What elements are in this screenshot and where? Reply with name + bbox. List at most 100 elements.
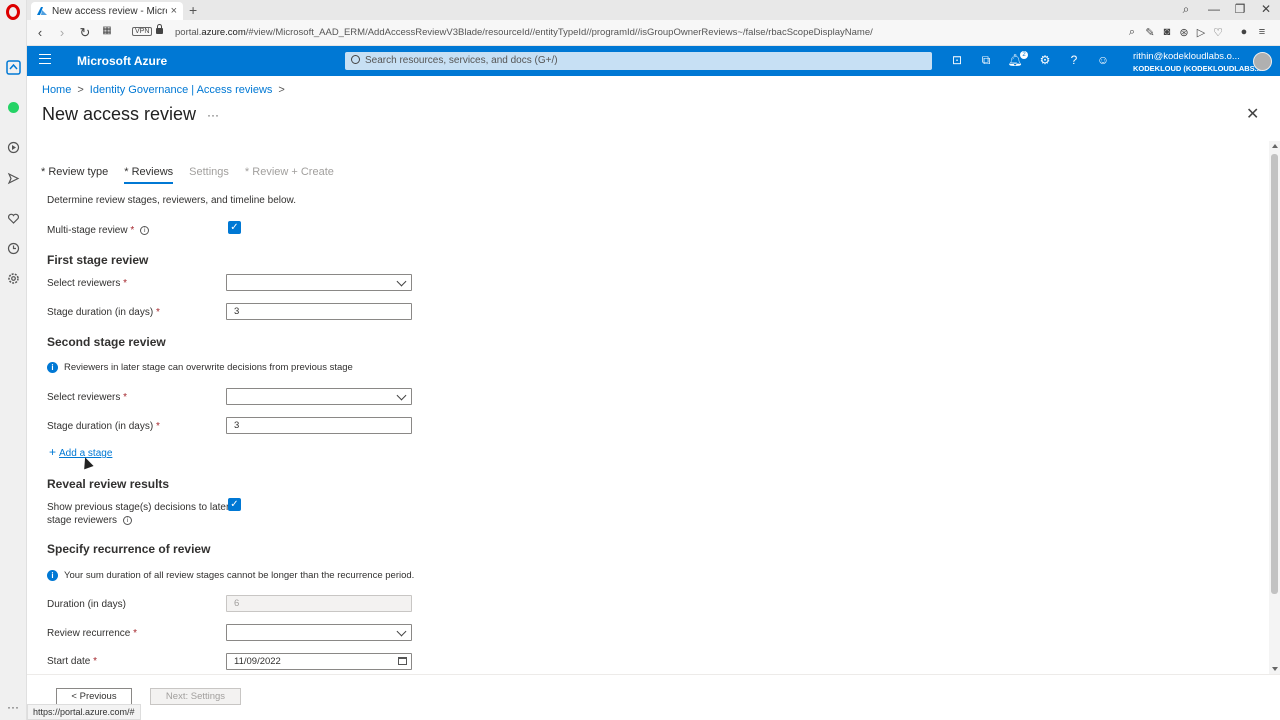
previous-button[interactable]: < Previous — [56, 688, 132, 705]
user-email: rithin@kodekloudlabs.o... — [1133, 51, 1240, 62]
forward-icon[interactable]: › — [54, 25, 70, 40]
first-stage-duration-label: Stage duration (in days) * — [47, 307, 160, 318]
wizard-footer: < Previous Next: Settings — [27, 674, 1280, 720]
info-filled-icon: i — [47, 362, 58, 373]
second-select-reviewers-label: Select reviewers * — [47, 392, 128, 403]
directory-filter-icon[interactable]: ⧉ — [978, 53, 994, 69]
browser-sidebar — [0, 0, 27, 720]
edit-icon[interactable]: ✎ — [1143, 26, 1157, 39]
lock-icon[interactable] — [156, 24, 163, 34]
form-description: Determine review stages, reviewers, and … — [47, 195, 296, 206]
first-stage-heading: First stage review — [47, 253, 149, 267]
review-recurrence-dropdown[interactable] — [226, 624, 412, 641]
menu-icon[interactable]: ≡ — [1255, 26, 1269, 38]
add-stage-button[interactable]: + Add a stage — [49, 445, 112, 459]
close-window-icon[interactable]: ✕ — [1258, 2, 1274, 16]
send-icon[interactable] — [5, 170, 21, 186]
url-field[interactable]: portal.azure.com/#view/Microsoft_AAD_ERM… — [175, 27, 873, 38]
first-stage-duration-input[interactable]: 3 — [226, 303, 412, 320]
second-stage-heading: Second stage review — [47, 335, 166, 349]
browser-tab-strip: New access review - Micro × + ⌕ — ❐ ✕ — [27, 0, 1280, 20]
second-select-reviewers-dropdown[interactable] — [226, 388, 412, 405]
reveal-checkbox[interactable]: ✓ — [228, 498, 241, 511]
camera-icon[interactable]: ◙ — [1160, 26, 1174, 38]
browser-search-icon[interactable]: ⌕ — [1178, 2, 1194, 17]
multi-stage-checkbox[interactable]: ✓ — [228, 221, 241, 234]
whatsapp-icon[interactable] — [5, 99, 21, 115]
start-date-input[interactable]: 11/09/2022 — [226, 653, 412, 670]
home-icon[interactable] — [5, 59, 21, 75]
tab-close-icon[interactable]: × — [171, 5, 177, 17]
page-title: New access review — [42, 104, 197, 124]
search-icon — [351, 55, 360, 64]
browser-tab-title: New access review - Micro — [52, 5, 167, 17]
back-icon[interactable]: ‹ — [32, 25, 48, 40]
breadcrumb: Home > Identity Governance | Access review… — [42, 84, 285, 96]
calendar-icon[interactable] — [398, 657, 407, 665]
user-org: KODEKLOUD (KODEKLOUDLABS... — [1133, 64, 1261, 73]
next-settings-button[interactable]: Next: Settings — [150, 688, 241, 705]
tab-review-create[interactable]: * Review + Create — [245, 166, 334, 184]
duration-input: 6 — [226, 595, 412, 612]
scrollbar-thumb[interactable] — [1271, 154, 1278, 594]
status-url: https://portal.azure.com/# — [27, 704, 141, 720]
tab-reviews[interactable]: * Reviews — [124, 166, 174, 184]
zoom-search-icon[interactable]: ⌕ — [1125, 26, 1139, 39]
second-stage-info: i Reviewers in later stage can overwrite … — [47, 362, 353, 373]
info-filled-icon: i — [47, 570, 58, 581]
scroll-down-icon[interactable] — [1272, 667, 1278, 671]
wizard-tabs: * Review type * Reviews Settings * Revie… — [41, 166, 334, 184]
reveal-label: Show previous stage(s) decisions to late… — [47, 502, 230, 526]
avatar[interactable] — [1253, 52, 1272, 71]
history-icon[interactable] — [5, 240, 21, 256]
opera-logo-icon[interactable] — [5, 4, 21, 20]
azure-top-bar: Microsoft Azure Search resources, servic… — [27, 46, 1280, 76]
review-recurrence-label: Review recurrence * — [47, 628, 138, 639]
restore-icon[interactable]: ❐ — [1232, 2, 1248, 16]
heart-icon[interactable] — [5, 210, 21, 226]
recurrence-info: i Your sum duration of all review stages … — [47, 570, 414, 581]
portal-menu-icon[interactable] — [39, 54, 51, 64]
profile-icon[interactable]: ● — [1237, 26, 1251, 38]
brand-title[interactable]: Microsoft Azure — [77, 54, 167, 68]
reveal-heading: Reveal review results — [47, 477, 170, 491]
tab-review-type[interactable]: * Review type — [41, 166, 108, 184]
global-search-input[interactable]: Search resources, services, and docs (G+… — [345, 52, 932, 70]
new-tab-button[interactable]: + — [189, 2, 197, 18]
info-icon[interactable]: i — [140, 225, 150, 235]
account-info[interactable]: rithin@kodekloudlabs.o... KODEKLOUD (KOD… — [1133, 51, 1261, 73]
share-icon[interactable]: ▷ — [1194, 26, 1208, 39]
help-icon[interactable]: ? — [1066, 53, 1082, 69]
duration-label: Duration (in days) — [47, 599, 126, 610]
recurrence-heading: Specify recurrence of review — [47, 542, 211, 556]
multi-stage-label: Multi-stage review * i — [47, 225, 150, 236]
scroll-up-icon[interactable] — [1272, 144, 1278, 148]
portal-settings-icon[interactable]: ⚙ — [1037, 53, 1053, 69]
breadcrumb-home[interactable]: Home — [42, 84, 71, 96]
more-actions-button[interactable]: ··· — [207, 108, 219, 122]
cloud-shell-icon[interactable]: ⊡ — [949, 53, 965, 69]
player-icon[interactable] — [5, 139, 21, 155]
start-date-label: Start date * — [47, 656, 98, 667]
search-placeholder: Search resources, services, and docs (G+… — [365, 55, 558, 66]
extension-icon[interactable]: ⊛ — [1177, 26, 1191, 39]
feedback-icon[interactable]: ☺ — [1095, 53, 1111, 69]
browser-tab-active[interactable]: New access review - Micro × — [31, 2, 183, 20]
vpn-badge[interactable]: VPN — [132, 27, 153, 36]
tab-settings[interactable]: Settings — [189, 166, 229, 184]
tabs-grid-icon[interactable]: ▦ — [99, 25, 115, 36]
settings-gear-icon[interactable] — [5, 270, 21, 286]
close-blade-button[interactable]: ✕ — [1246, 104, 1259, 124]
favorite-heart-icon[interactable]: ♡ — [1211, 26, 1225, 39]
reload-icon[interactable]: ↻ — [77, 25, 93, 41]
second-stage-duration-input[interactable]: 3 — [226, 417, 412, 434]
info-icon[interactable]: i — [123, 515, 133, 525]
vertical-scrollbar[interactable] — [1269, 141, 1280, 674]
notification-count-badge: 2 — [1020, 51, 1028, 59]
minimize-icon[interactable]: — — [1206, 2, 1222, 16]
more-options-icon[interactable]: ··· — [7, 700, 19, 714]
first-select-reviewers-dropdown[interactable] — [226, 274, 412, 291]
second-stage-duration-label: Stage duration (in days) * — [47, 421, 160, 432]
breadcrumb-identity-governance[interactable]: Identity Governance | Access reviews — [90, 84, 273, 96]
blade-content: Home > Identity Governance | Access review… — [27, 76, 1280, 674]
